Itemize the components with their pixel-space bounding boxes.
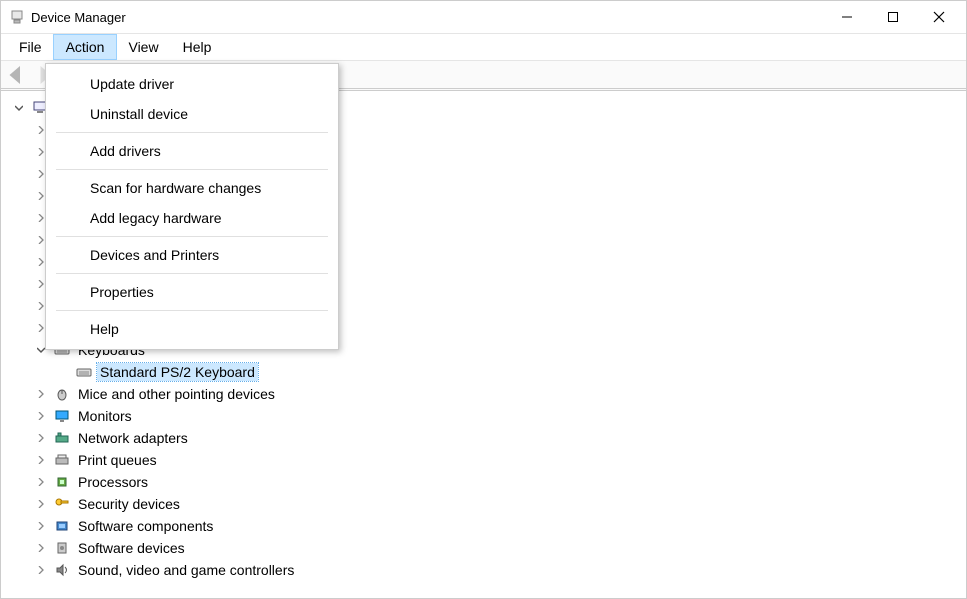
- action-add-drivers[interactable]: Add drivers: [46, 136, 338, 166]
- action-devices-printers[interactable]: Devices and Printers: [46, 240, 338, 270]
- tree-label: Security devices: [75, 495, 183, 513]
- close-button[interactable]: [916, 1, 962, 33]
- chevron-right-icon[interactable]: [33, 474, 49, 490]
- maximize-button[interactable]: [870, 1, 916, 33]
- tree-item-mice[interactable]: Mice and other pointing devices: [11, 383, 966, 405]
- action-scan-hardware[interactable]: Scan for hardware changes: [46, 173, 338, 203]
- tree-label: Processors: [75, 473, 151, 491]
- tree-item-standard-ps2-keyboard[interactable]: Standard PS/2 Keyboard: [11, 361, 966, 383]
- network-icon: [53, 430, 71, 446]
- chevron-right-icon[interactable]: [33, 408, 49, 424]
- tree-label: Standard PS/2 Keyboard: [97, 363, 258, 381]
- software-icon: [53, 540, 71, 556]
- menu-help[interactable]: Help: [171, 35, 224, 59]
- tree-item-print-queues[interactable]: Print queues: [11, 449, 966, 471]
- action-add-legacy[interactable]: Add legacy hardware: [46, 203, 338, 233]
- chevron-right-icon[interactable]: [33, 496, 49, 512]
- tree-label: Mice and other pointing devices: [75, 385, 278, 403]
- menu-view[interactable]: View: [116, 35, 170, 59]
- sound-icon: [53, 562, 71, 578]
- chevron-right-icon[interactable]: [33, 562, 49, 578]
- separator: [56, 132, 328, 133]
- chevron-right-icon[interactable]: [33, 386, 49, 402]
- keyboard-icon: [75, 364, 93, 380]
- mouse-icon: [53, 386, 71, 402]
- component-icon: [53, 518, 71, 534]
- chevron-right-icon[interactable]: [33, 430, 49, 446]
- app-icon: [9, 9, 25, 25]
- separator: [56, 273, 328, 274]
- key-icon: [53, 496, 71, 512]
- menu-action[interactable]: Action: [54, 35, 117, 59]
- tree-label: Software components: [75, 517, 216, 535]
- cpu-icon: [53, 474, 71, 490]
- separator: [56, 169, 328, 170]
- tree-item-software-components[interactable]: Software components: [11, 515, 966, 537]
- tree-label: Monitors: [75, 407, 135, 425]
- tree-item-software-devices[interactable]: Software devices: [11, 537, 966, 559]
- tree-label: Sound, video and game controllers: [75, 561, 297, 579]
- menu-bar: File Action View Help: [1, 33, 966, 61]
- tree-item-sound[interactable]: Sound, video and game controllers: [11, 559, 966, 581]
- chevron-right-icon[interactable]: [33, 452, 49, 468]
- separator: [56, 310, 328, 311]
- action-dropdown: Update driver Uninstall device Add drive…: [45, 63, 339, 350]
- tree-label: Software devices: [75, 539, 188, 557]
- minimize-button[interactable]: [824, 1, 870, 33]
- action-properties[interactable]: Properties: [46, 277, 338, 307]
- back-button[interactable]: [5, 63, 29, 87]
- action-update-driver[interactable]: Update driver: [46, 69, 338, 99]
- monitor-icon: [53, 408, 71, 424]
- menu-file[interactable]: File: [7, 35, 54, 59]
- chevron-right-icon[interactable]: [33, 518, 49, 534]
- tree-item-security[interactable]: Security devices: [11, 493, 966, 515]
- spacer: [55, 364, 71, 380]
- window-title: Device Manager: [25, 10, 824, 25]
- tree-label: Print queues: [75, 451, 160, 469]
- tree-item-monitors[interactable]: Monitors: [11, 405, 966, 427]
- chevron-right-icon[interactable]: [33, 540, 49, 556]
- printer-icon: [53, 452, 71, 468]
- tree-label: Network adapters: [75, 429, 191, 447]
- chevron-down-icon[interactable]: [11, 100, 27, 116]
- tree-item-network[interactable]: Network adapters: [11, 427, 966, 449]
- title-bar: Device Manager: [1, 1, 966, 33]
- action-uninstall-device[interactable]: Uninstall device: [46, 99, 338, 129]
- action-help[interactable]: Help: [46, 314, 338, 344]
- tree-item-processors[interactable]: Processors: [11, 471, 966, 493]
- separator: [56, 236, 328, 237]
